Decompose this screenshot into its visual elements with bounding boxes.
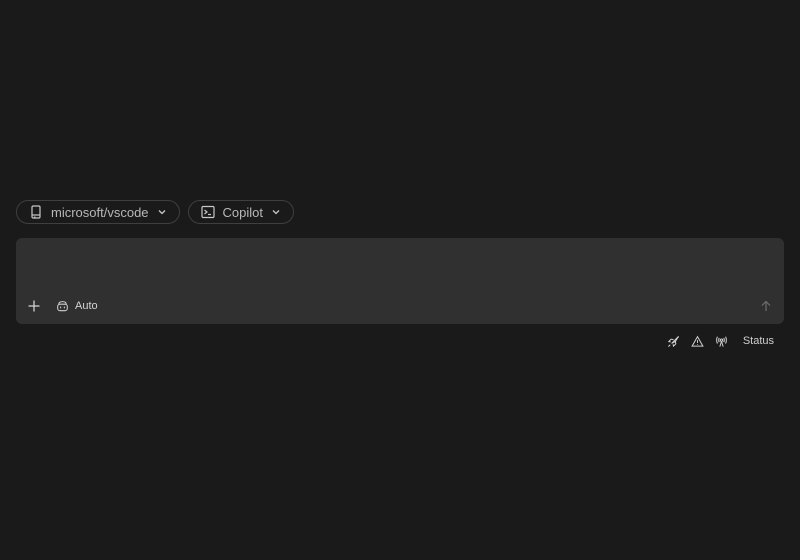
terminal-icon — [200, 205, 215, 219]
chevron-down-icon — [157, 207, 167, 217]
chat-composer: Auto — [16, 238, 784, 324]
app-root: microsoft/vscode Copilot Auto Status — [0, 0, 800, 560]
agent-selector[interactable]: Copilot — [187, 200, 295, 224]
rocket-icon[interactable] — [667, 334, 681, 348]
status-bar: Status — [667, 334, 774, 348]
mode-picker[interactable]: Auto — [56, 300, 98, 313]
plus-icon — [28, 300, 40, 312]
arrow-up-icon — [761, 300, 771, 311]
broadcast-icon[interactable] — [715, 334, 729, 348]
add-context-button[interactable] — [26, 298, 42, 314]
composer-toolbar: Auto — [26, 298, 774, 314]
selector-row: microsoft/vscode Copilot — [16, 200, 295, 224]
mode-picker-label: Auto — [75, 300, 98, 312]
send-button[interactable] — [758, 298, 774, 314]
warning-icon[interactable] — [691, 334, 705, 348]
copilot-icon — [56, 300, 69, 313]
chat-input[interactable] — [28, 248, 772, 292]
status-link[interactable]: Status — [743, 335, 774, 347]
repo-icon — [29, 205, 43, 219]
repo-selector-label: microsoft/vscode — [51, 204, 149, 220]
agent-selector-label: Copilot — [222, 204, 264, 220]
chevron-down-icon — [271, 207, 281, 217]
repo-selector[interactable]: microsoft/vscode — [16, 200, 180, 224]
